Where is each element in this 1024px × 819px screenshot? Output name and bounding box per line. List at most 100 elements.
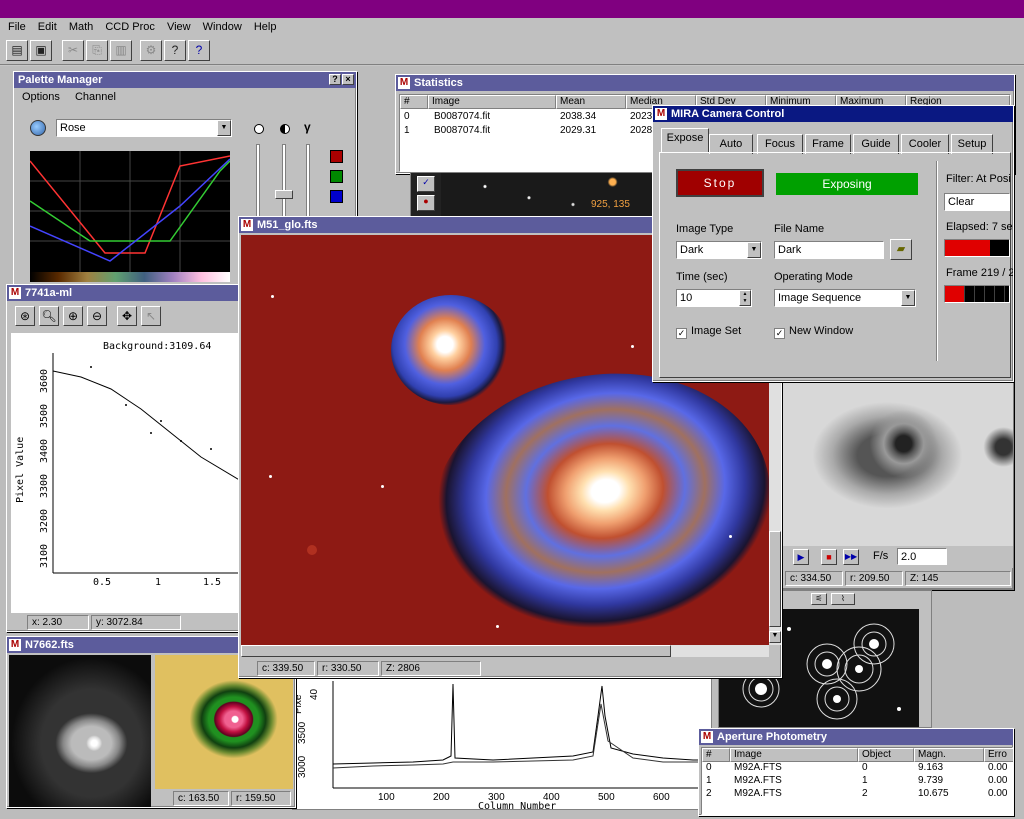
settings-icon[interactable]: ⚙ (140, 40, 162, 61)
play-icon[interactable]: ▶ (793, 549, 809, 565)
zoom-in-icon[interactable]: ⊕ (63, 306, 83, 326)
stop-icon[interactable]: ■ (821, 549, 837, 565)
new-window-label: New Window (789, 325, 854, 337)
save-icon[interactable]: ▣ (30, 40, 52, 61)
chevron-down-icon[interactable]: ▼ (217, 120, 231, 136)
plot-title-bar[interactable]: M 7741a-ml (7, 285, 243, 301)
fast-forward-icon[interactable]: ▶▶ (843, 549, 859, 565)
menu-view[interactable]: View (167, 21, 191, 33)
col-mean[interactable]: Mean (556, 95, 626, 109)
contrast-icon[interactable] (280, 124, 290, 134)
tab-frame[interactable]: Frame (805, 134, 851, 154)
menu-edit[interactable]: Edit (38, 21, 57, 33)
tab-auto[interactable]: Auto (709, 134, 753, 154)
spectrum-plot[interactable]: 3000 3500 40 Pixe 100 200 300 400 500 60… (293, 676, 713, 812)
file-name-value: Dark (778, 244, 802, 256)
tab-expose[interactable]: Expose (661, 128, 709, 152)
aperture-title-bar[interactable]: M Aperture Photometry (699, 729, 1013, 745)
plot-toolbar: ⊛ 🔍︎ ⊕ ⊖ ✥ ↖ (7, 303, 243, 329)
fps-input[interactable]: 2.0 (897, 548, 947, 565)
col-index[interactable]: # (702, 748, 730, 762)
palette-curve-graph (30, 151, 230, 273)
row-median: 2028 (630, 125, 653, 136)
menu-ccd-proc[interactable]: CCD Proc (105, 21, 155, 33)
operating-mode-label: Operating Mode (774, 271, 853, 283)
tab-cooler[interactable]: Cooler (901, 134, 949, 154)
galaxy-gray-image[interactable] (783, 381, 1013, 546)
help-icon[interactable]: ? (164, 40, 186, 61)
menu-window[interactable]: Window (203, 21, 242, 33)
row-object: 0 (862, 762, 868, 773)
help-icon[interactable]: ? (329, 74, 341, 85)
col-error[interactable]: Erro (984, 748, 1013, 762)
browse-folder-icon[interactable]: ▰ (890, 239, 912, 260)
palette-select[interactable]: Rose ▼ (56, 119, 232, 137)
menu-math[interactable]: Math (69, 21, 93, 33)
palette-menu-channel[interactable]: Channel (75, 91, 116, 103)
green-channel-swatch[interactable] (330, 170, 343, 183)
col-index[interactable]: # (400, 95, 428, 109)
scroll-thumb[interactable] (769, 531, 781, 627)
col-object[interactable]: Object (858, 748, 914, 762)
pan-icon[interactable]: ⊛ (15, 306, 35, 326)
menu-file[interactable]: File (8, 21, 26, 33)
tab-setup[interactable]: Setup (951, 134, 993, 154)
row-image: B0087074.fit (434, 125, 491, 136)
camera-control-window: M MIRA Camera Control Expose Auto Focus F… (652, 105, 1014, 382)
palette-globe-icon[interactable] (30, 120, 46, 136)
n7662-gray-image[interactable] (9, 655, 151, 807)
brightness-icon[interactable] (254, 124, 264, 134)
plot-ytick: 3100 (39, 544, 50, 568)
close-icon[interactable]: × (342, 74, 354, 85)
open-icon[interactable]: ▤ (6, 40, 28, 61)
horizontal-scrollbar[interactable] (241, 645, 769, 657)
image-set-checkbox[interactable]: ✓ Image Set (676, 325, 741, 339)
zoom-icon[interactable]: 🔍︎ (39, 306, 59, 326)
image-type-select[interactable]: Dark ▼ (676, 241, 762, 259)
pointer-icon[interactable]: ↖ (141, 306, 161, 326)
menu-help[interactable]: Help (254, 21, 277, 33)
paste-icon[interactable]: ▥ (110, 40, 132, 61)
row-index: 1 (706, 775, 712, 786)
tab-guide[interactable]: Guide (853, 134, 899, 154)
cut-icon[interactable]: ✂ (62, 40, 84, 61)
file-name-input[interactable]: Dark (774, 241, 884, 259)
gamma-icon[interactable]: γ (304, 120, 311, 134)
new-window-checkbox[interactable]: ✓ New Window (774, 325, 853, 339)
whats-this-icon[interactable]: ? (188, 40, 210, 61)
col-image[interactable]: Image (730, 748, 858, 762)
stop-button[interactable]: Stop (676, 169, 764, 197)
aperture-tool-icon[interactable]: ⌇ (831, 593, 855, 605)
plot-ytick: 3300 (39, 474, 50, 498)
red-channel-swatch[interactable] (330, 150, 343, 163)
copy-icon[interactable]: ⎘ (86, 40, 108, 61)
filter-select[interactable]: Clear (944, 193, 1010, 211)
scroll-thumb[interactable] (241, 645, 671, 657)
zoom-out-icon[interactable]: ⊖ (87, 306, 107, 326)
scroll-down-icon[interactable]: ▼ (769, 631, 781, 643)
chevron-down-icon[interactable]: ▼ (901, 290, 915, 306)
image-type-label: Image Type (676, 223, 734, 235)
mira-logo-icon: M (655, 108, 667, 120)
plot-ytick: 3600 (39, 369, 50, 393)
chevron-down-icon[interactable]: ▼ (747, 242, 761, 258)
tab-focus[interactable]: Focus (757, 134, 803, 154)
operating-mode-select[interactable]: Image Sequence ▼ (774, 289, 916, 307)
palette-menu-options[interactable]: Options (22, 91, 60, 103)
contrast-slider-thumb[interactable] (275, 190, 293, 199)
palette-name: Rose (60, 122, 86, 134)
col-image[interactable]: Image (428, 95, 556, 109)
tool-button[interactable]: ✓ (417, 176, 435, 192)
time-input[interactable]: 10 ▲ ▼ (676, 289, 752, 307)
tool-button[interactable]: ● (417, 195, 435, 211)
blue-channel-swatch[interactable] (330, 190, 343, 203)
palette-title-bar[interactable]: Palette Manager ? × (14, 72, 356, 88)
plot-area[interactable]: Background:3109.64 Pixel Value 3100 3200… (11, 333, 241, 613)
col-magn[interactable]: Magn. (914, 748, 984, 762)
move-icon[interactable]: ✥ (117, 306, 137, 326)
spin-icon[interactable]: ▲ ▼ (739, 290, 751, 306)
statistics-title-bar[interactable]: M Statistics (396, 75, 1014, 91)
starfield-image[interactable] (441, 173, 661, 218)
aperture-tool-icon[interactable]: ⚟ (811, 593, 827, 605)
camera-title-bar[interactable]: M MIRA Camera Control (653, 106, 1013, 122)
